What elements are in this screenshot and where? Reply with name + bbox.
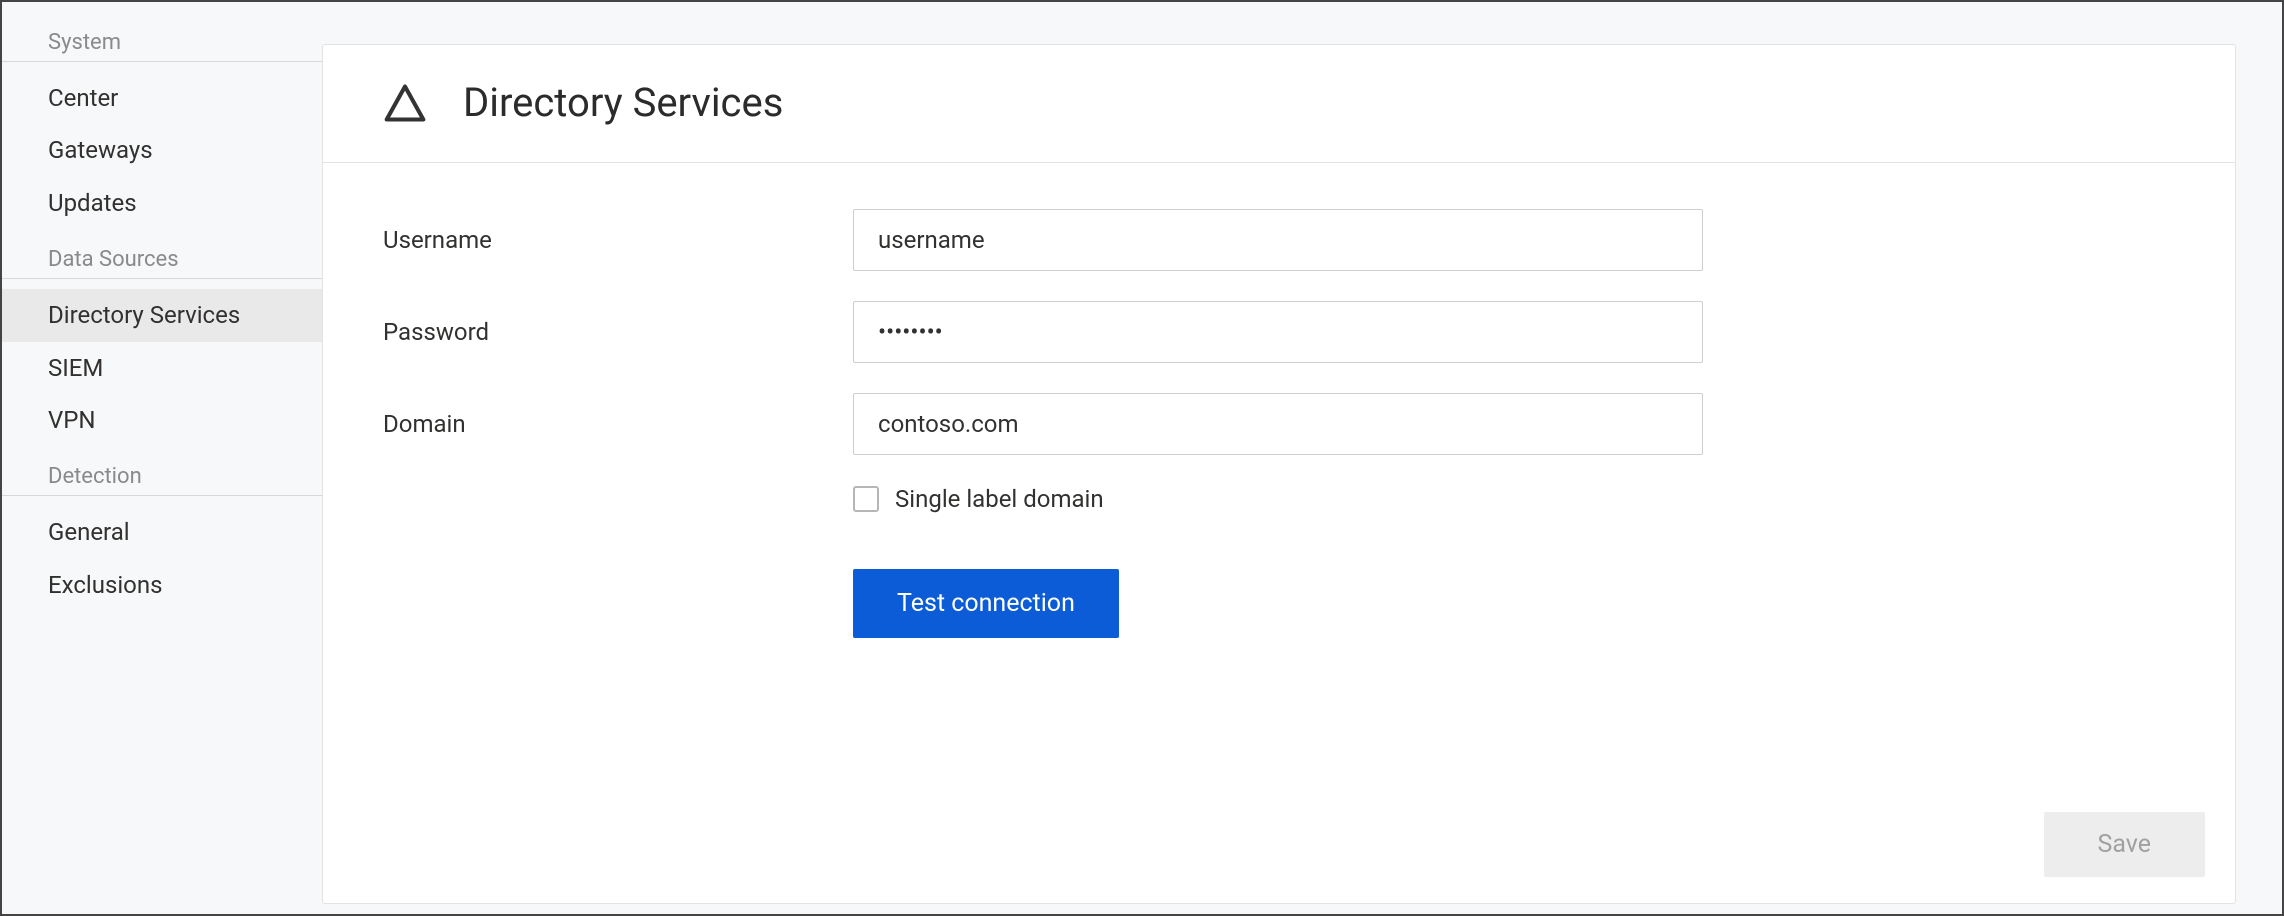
username-input[interactable] (853, 209, 1703, 271)
form-row-password: Password (383, 301, 2175, 363)
domain-label: Domain (383, 410, 853, 438)
card-header: Directory Services (323, 45, 2235, 163)
sidebar-item-gateways[interactable]: Gateways (2, 124, 322, 176)
save-button[interactable]: Save (2044, 812, 2205, 877)
sidebar-item-updates[interactable]: Updates (2, 177, 322, 229)
domain-input[interactable] (853, 393, 1703, 455)
actions-row: Test connection (853, 569, 2175, 638)
password-label: Password (383, 318, 853, 346)
form-row-domain: Domain (383, 393, 2175, 455)
username-label: Username (383, 226, 853, 254)
sidebar-item-siem[interactable]: SIEM (2, 342, 322, 394)
password-input[interactable] (853, 301, 1703, 363)
app-frame: System Center Gateways Updates Data Sour… (0, 0, 2284, 916)
sidebar: System Center Gateways Updates Data Sour… (2, 2, 322, 914)
page-title: Directory Services (463, 79, 783, 126)
single-label-domain-checkbox[interactable] (853, 486, 879, 512)
card-body: Username Password Domain (323, 163, 2235, 638)
settings-card: Directory Services Username Password (322, 44, 2236, 904)
nav-heading-detection: Detection (2, 464, 322, 496)
main-content: Directory Services Username Password (322, 2, 2282, 914)
nav-heading-system: System (2, 30, 322, 62)
sidebar-item-exclusions[interactable]: Exclusions (2, 559, 322, 611)
single-label-domain-row: Single label domain (853, 485, 1703, 513)
warning-triangle-icon (383, 81, 427, 125)
nav-section-data-sources: Data Sources Directory Services SIEM VPN (2, 247, 322, 446)
form-row-username: Username (383, 209, 2175, 271)
sidebar-item-directory-services[interactable]: Directory Services (2, 289, 322, 341)
single-label-domain-label: Single label domain (895, 485, 1104, 513)
test-connection-button[interactable]: Test connection (853, 569, 1119, 638)
sidebar-item-general[interactable]: General (2, 506, 322, 558)
sidebar-item-vpn[interactable]: VPN (2, 394, 322, 446)
sidebar-item-center[interactable]: Center (2, 72, 322, 124)
nav-section-system: System Center Gateways Updates (2, 30, 322, 229)
nav-section-detection: Detection General Exclusions (2, 464, 322, 611)
nav-heading-data-sources: Data Sources (2, 247, 322, 279)
